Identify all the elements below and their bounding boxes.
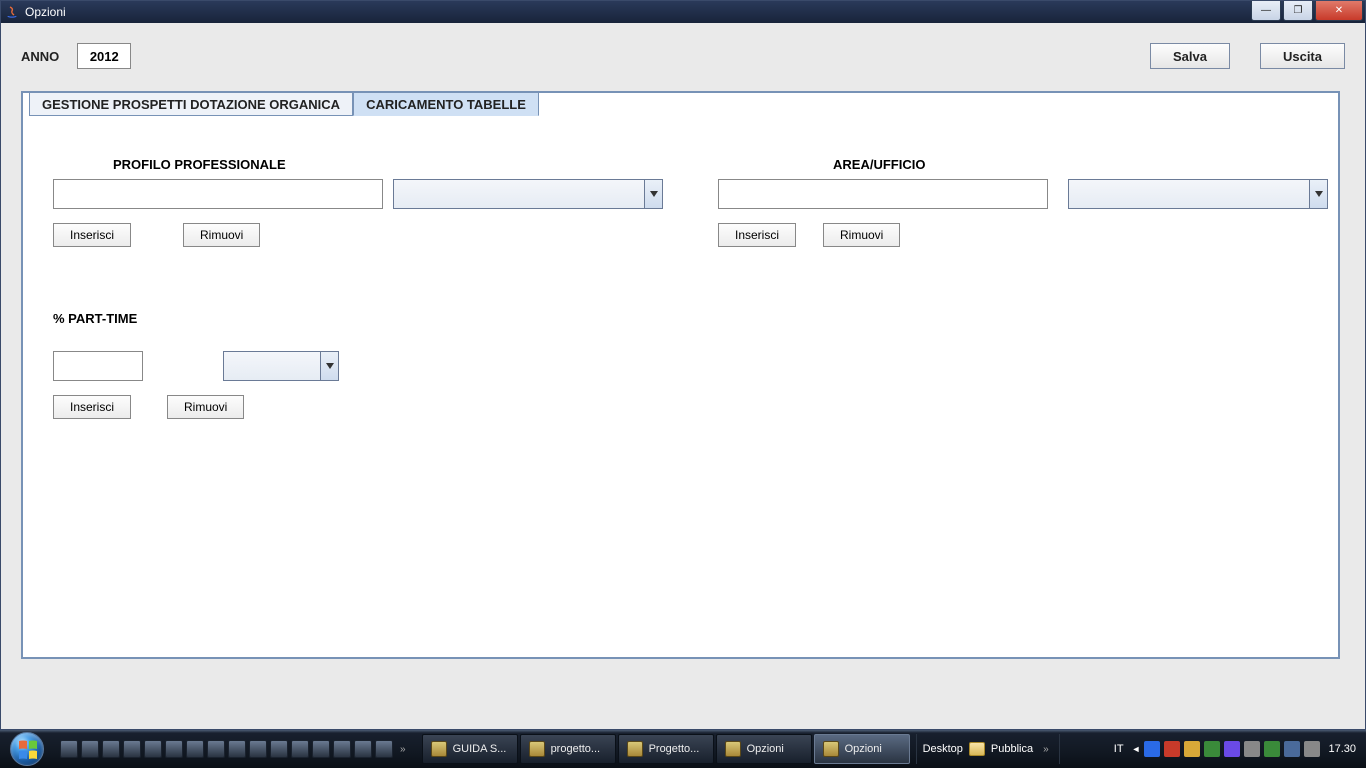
windows-orb-icon: [10, 732, 44, 766]
task-label: progetto...: [551, 743, 601, 755]
parttime-input[interactable]: [53, 351, 143, 381]
quick-icon[interactable]: [102, 740, 120, 758]
battery-icon[interactable]: [1264, 741, 1280, 757]
profilo-input[interactable]: [53, 179, 383, 209]
parttime-remove-button[interactable]: Rimuovi: [167, 395, 244, 419]
tab-body: PROFILO PROFESSIONALE Inserisci Rimuovi …: [33, 119, 1328, 647]
task-button[interactable]: progetto...: [520, 734, 616, 764]
app-icon: [431, 741, 447, 757]
quick-icon[interactable]: [144, 740, 162, 758]
volume-icon[interactable]: [1304, 741, 1320, 757]
quick-icon[interactable]: [375, 740, 393, 758]
quick-icon[interactable]: [123, 740, 141, 758]
app-icon: [627, 741, 643, 757]
tray-icon[interactable]: [1224, 741, 1240, 757]
desktop-toolbar: Desktop Pubblica »: [916, 734, 1060, 764]
desktop-toolbar-label[interactable]: Desktop: [923, 743, 963, 755]
quick-icon[interactable]: [354, 740, 372, 758]
quick-icon[interactable]: [249, 740, 267, 758]
window-buttons: — ❐ ✕: [1251, 1, 1365, 21]
tray-icon[interactable]: [1144, 741, 1160, 757]
tab-panel: GESTIONE PROSPETTI DOTAZIONE ORGANICA CA…: [21, 91, 1340, 659]
tab-strip: GESTIONE PROSPETTI DOTAZIONE ORGANICA CA…: [29, 92, 539, 116]
task-label: Opzioni: [845, 743, 882, 755]
tab-gestione-prospetti[interactable]: GESTIONE PROSPETTI DOTAZIONE ORGANICA: [29, 92, 353, 116]
task-label: Progetto...: [649, 743, 700, 755]
tray-icon[interactable]: [1164, 741, 1180, 757]
quick-icon[interactable]: [228, 740, 246, 758]
exit-button[interactable]: Uscita: [1260, 43, 1345, 69]
quick-icon[interactable]: [165, 740, 183, 758]
quick-icon[interactable]: [291, 740, 309, 758]
quick-icon[interactable]: [207, 740, 225, 758]
task-label: GUIDA S...: [453, 743, 507, 755]
task-button[interactable]: Opzioni: [716, 734, 812, 764]
quick-icon[interactable]: [81, 740, 99, 758]
profilo-remove-button[interactable]: Rimuovi: [183, 223, 260, 247]
area-insert-button[interactable]: Inserisci: [718, 223, 796, 247]
app-icon: [725, 741, 741, 757]
chevron-down-icon: [644, 180, 662, 208]
minimize-icon: —: [1261, 5, 1271, 16]
pubblica-label[interactable]: Pubblica: [991, 743, 1033, 755]
folder-icon[interactable]: [969, 742, 985, 756]
close-icon: ✕: [1335, 5, 1343, 16]
maximize-button[interactable]: ❐: [1283, 1, 1313, 21]
quick-icon[interactable]: [60, 740, 78, 758]
chevron-down-icon: [320, 352, 338, 380]
quick-icon[interactable]: [270, 740, 288, 758]
quick-icon[interactable]: [333, 740, 351, 758]
titlebar[interactable]: Opzioni — ❐ ✕: [1, 1, 1365, 23]
task-button[interactable]: Progetto...: [618, 734, 714, 764]
task-button[interactable]: Opzioni: [814, 734, 910, 764]
save-button[interactable]: Salva: [1150, 43, 1230, 69]
tray-expand-icon[interactable]: ◄: [1132, 744, 1141, 754]
tray-icon[interactable]: [1244, 741, 1260, 757]
taskbar: » GUIDA S... progetto... Progetto... Opz…: [0, 730, 1366, 768]
quick-launch: »: [54, 740, 416, 758]
profilo-label: PROFILO PROFESSIONALE: [113, 157, 286, 172]
clock[interactable]: 17.30: [1324, 743, 1360, 755]
area-input[interactable]: [718, 179, 1048, 209]
task-label: Opzioni: [747, 743, 784, 755]
overflow-icon[interactable]: »: [1039, 744, 1053, 755]
profilo-insert-button[interactable]: Inserisci: [53, 223, 131, 247]
parttime-combo[interactable]: [223, 351, 339, 381]
tray-icon[interactable]: [1184, 741, 1200, 757]
close-button[interactable]: ✕: [1315, 1, 1363, 21]
overflow-icon[interactable]: »: [396, 744, 410, 755]
app-icon: [529, 741, 545, 757]
start-button[interactable]: [0, 730, 54, 768]
desktop: Opzioni — ❐ ✕ ANNO Salva Uscita GESTIONE…: [0, 0, 1366, 768]
area-label: AREA/UFFICIO: [833, 157, 925, 172]
anno-input[interactable]: [77, 43, 131, 69]
task-button[interactable]: GUIDA S...: [422, 734, 518, 764]
tab-caricamento-tabelle[interactable]: CARICAMENTO TABELLE: [353, 92, 539, 116]
window-title: Opzioni: [25, 5, 1251, 19]
app-icon: [823, 741, 839, 757]
area-combo[interactable]: [1068, 179, 1328, 209]
network-icon[interactable]: [1284, 741, 1300, 757]
parttime-insert-button[interactable]: Inserisci: [53, 395, 131, 419]
language-indicator[interactable]: IT: [1110, 743, 1128, 755]
parttime-label: % PART-TIME: [53, 311, 137, 326]
maximize-icon: ❐: [1294, 5, 1303, 16]
header-row: ANNO Salva Uscita: [1, 23, 1365, 69]
minimize-button[interactable]: —: [1251, 1, 1281, 21]
quick-icon[interactable]: [186, 740, 204, 758]
java-icon: [5, 4, 21, 20]
app-window: Opzioni — ❐ ✕ ANNO Salva Uscita GESTIONE…: [0, 0, 1366, 730]
area-remove-button[interactable]: Rimuovi: [823, 223, 900, 247]
chevron-down-icon: [1309, 180, 1327, 208]
profilo-combo[interactable]: [393, 179, 663, 209]
system-tray: IT ◄ 17.30: [1110, 741, 1366, 757]
anno-label: ANNO: [21, 49, 59, 64]
task-buttons: GUIDA S... progetto... Progetto... Opzio…: [416, 734, 910, 764]
client-area: ANNO Salva Uscita GESTIONE PROSPETTI DOT…: [1, 23, 1365, 729]
quick-icon[interactable]: [312, 740, 330, 758]
tray-icon[interactable]: [1204, 741, 1220, 757]
